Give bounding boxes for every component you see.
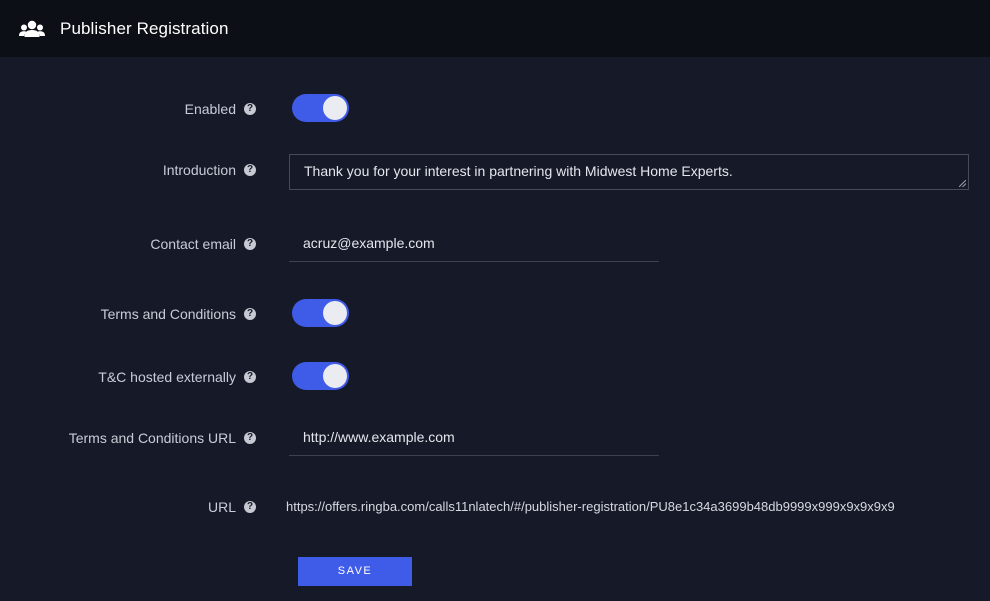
help-icon[interactable]: ? — [244, 371, 256, 383]
contact-email-input[interactable]: acruz@example.com — [289, 228, 659, 262]
terms-label: Terms and Conditions — [100, 306, 236, 322]
terms-url-input[interactable]: http://www.example.com — [289, 422, 659, 456]
help-icon[interactable]: ? — [244, 308, 256, 320]
toggle-knob — [323, 96, 347, 120]
toggle-knob — [323, 301, 347, 325]
introduction-textarea[interactable]: Thank you for your interest in partnerin… — [289, 154, 969, 190]
page-title: Publisher Registration — [60, 18, 229, 38]
help-icon[interactable]: ? — [244, 501, 256, 513]
enabled-label: Enabled — [184, 101, 236, 117]
save-button[interactable]: SAVE — [298, 557, 412, 586]
help-icon[interactable]: ? — [244, 432, 256, 444]
toggle-knob — [323, 364, 347, 388]
help-icon[interactable]: ? — [244, 238, 256, 250]
help-icon[interactable]: ? — [244, 164, 256, 176]
contact-email-label: Contact email — [150, 236, 236, 252]
resize-handle-icon[interactable] — [959, 180, 966, 187]
users-icon — [19, 19, 47, 39]
page-header: Publisher Registration — [0, 0, 990, 57]
enabled-toggle[interactable] — [292, 94, 349, 122]
introduction-text: Thank you for your interest in partnerin… — [304, 163, 733, 179]
tc-external-label: T&C hosted externally — [98, 369, 236, 385]
help-icon[interactable]: ? — [244, 103, 256, 115]
url-label: URL — [207, 499, 236, 515]
introduction-label: Introduction — [162, 162, 236, 178]
tc-external-toggle[interactable] — [292, 362, 349, 390]
terms-url-label: Terms and Conditions URL — [68, 430, 236, 446]
registration-form: Enabled ? Introduction ? Thank you for y… — [0, 57, 990, 601]
registration-url[interactable]: https://offers.ringba.com/calls11nlatech… — [286, 499, 895, 514]
terms-toggle[interactable] — [292, 299, 349, 327]
